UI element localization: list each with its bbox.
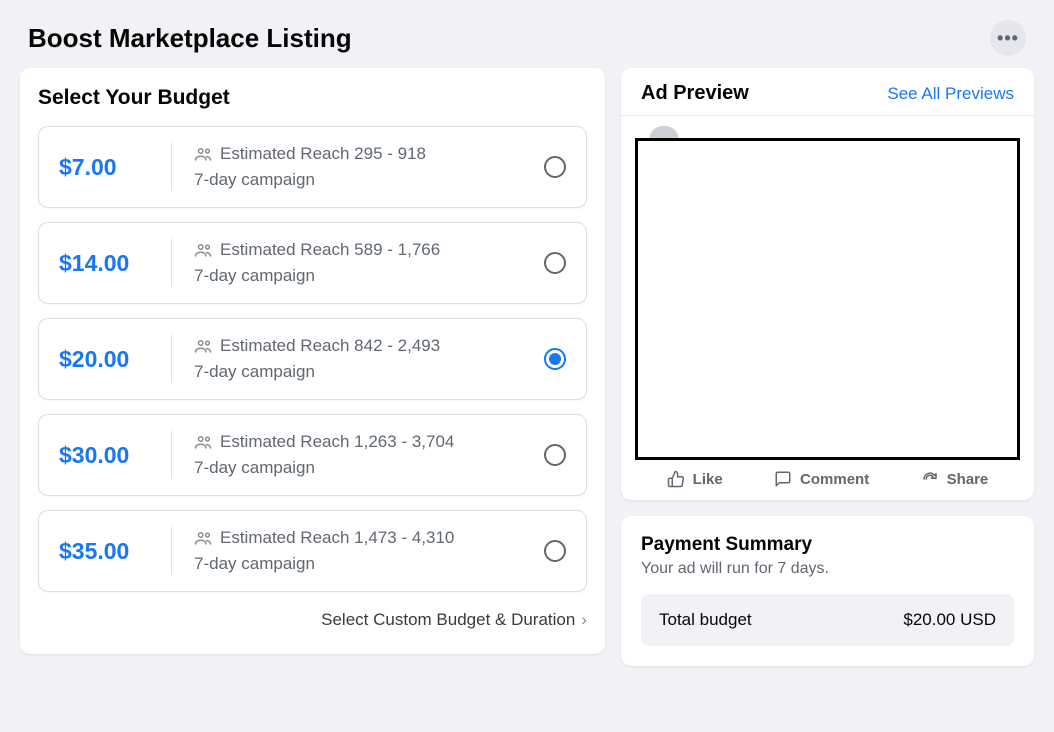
divider	[171, 527, 172, 575]
budget-option[interactable]: $20.00 Estimated Reach 842 - 2,493 7-day c…	[38, 318, 587, 400]
chevron-right-icon: ›	[581, 610, 587, 630]
ad-preview-frame	[635, 138, 1020, 460]
divider	[171, 335, 172, 383]
people-icon	[194, 435, 212, 449]
like-icon	[667, 470, 685, 488]
share-icon	[921, 470, 939, 488]
budget-heading: Select Your Budget	[38, 86, 587, 110]
budget-option-reach: Estimated Reach 295 - 918	[220, 144, 426, 164]
custom-budget-link[interactable]: Select Custom Budget & Duration ›	[38, 610, 587, 630]
budget-option-radio[interactable]	[544, 252, 566, 274]
people-icon	[194, 339, 212, 353]
share-label: Share	[947, 471, 989, 488]
share-button[interactable]: Share	[921, 470, 989, 488]
divider	[171, 239, 172, 287]
ad-preview-card: Ad Preview See All Previews Like	[621, 68, 1034, 500]
payment-summary-heading: Payment Summary	[641, 534, 1014, 556]
budget-option-price: $30.00	[59, 442, 159, 469]
budget-card: Select Your Budget $7.00 Estimated Reach …	[20, 68, 605, 654]
budget-option-radio[interactable]	[544, 540, 566, 562]
budget-option-reach: Estimated Reach 842 - 2,493	[220, 336, 440, 356]
payment-summary-card: Payment Summary Your ad will run for 7 d…	[621, 516, 1034, 666]
budget-option[interactable]: $35.00 Estimated Reach 1,473 - 4,310 7-day…	[38, 510, 587, 592]
total-budget-value: $20.00 USD	[903, 610, 996, 630]
people-icon	[194, 243, 212, 257]
budget-option-reach: Estimated Reach 589 - 1,766	[220, 240, 440, 260]
divider	[171, 143, 172, 191]
payment-summary-subtitle: Your ad will run for 7 days.	[641, 560, 1014, 578]
people-icon	[194, 147, 212, 161]
total-budget-row: Total budget $20.00 USD	[641, 594, 1014, 646]
comment-button[interactable]: Comment	[774, 470, 869, 488]
budget-option-radio[interactable]	[544, 156, 566, 178]
budget-option-price: $20.00	[59, 346, 159, 373]
like-label: Like	[693, 471, 723, 488]
budget-option[interactable]: $14.00 Estimated Reach 589 - 1,766 7-day c…	[38, 222, 587, 304]
budget-option-duration: 7-day campaign	[194, 362, 544, 382]
budget-option[interactable]: $30.00 Estimated Reach 1,263 - 3,704 7-day…	[38, 414, 587, 496]
ellipsis-icon: •••	[997, 28, 1019, 49]
divider	[171, 431, 172, 479]
more-options-button[interactable]: •••	[990, 20, 1026, 56]
ad-preview-heading: Ad Preview	[641, 82, 749, 105]
budget-option-duration: 7-day campaign	[194, 458, 544, 478]
budget-option-radio[interactable]	[544, 444, 566, 466]
budget-option-reach: Estimated Reach 1,473 - 4,310	[220, 528, 454, 548]
budget-option-price: $14.00	[59, 250, 159, 277]
comment-label: Comment	[800, 471, 869, 488]
budget-option-radio[interactable]	[544, 348, 566, 370]
custom-budget-link-label: Select Custom Budget & Duration	[321, 610, 575, 630]
budget-option-duration: 7-day campaign	[194, 170, 544, 190]
budget-option-duration: 7-day campaign	[194, 554, 544, 574]
budget-option[interactable]: $7.00 Estimated Reach 295 - 918 7-day camp…	[38, 126, 587, 208]
comment-icon	[774, 470, 792, 488]
budget-option-reach: Estimated Reach 1,263 - 3,704	[220, 432, 454, 452]
budget-option-price: $35.00	[59, 538, 159, 565]
total-budget-label: Total budget	[659, 610, 752, 630]
page-title: Boost Marketplace Listing	[28, 23, 352, 54]
budget-option-price: $7.00	[59, 154, 159, 181]
see-all-previews-link[interactable]: See All Previews	[887, 84, 1014, 104]
budget-option-duration: 7-day campaign	[194, 266, 544, 286]
people-icon	[194, 531, 212, 545]
like-button[interactable]: Like	[667, 470, 723, 488]
